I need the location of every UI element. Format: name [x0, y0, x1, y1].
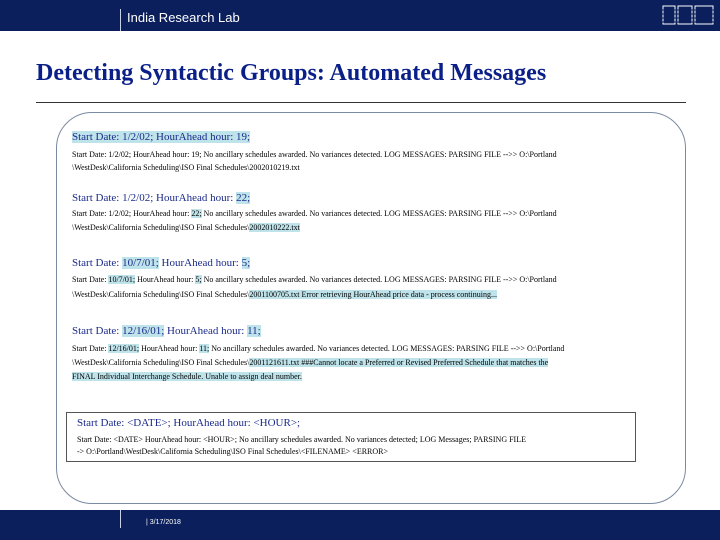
- example-3-heading-date: 10/7/01;: [122, 257, 159, 269]
- example-1-line-1: Start Date: 1/2/02; HourAhead hour: 19; …: [72, 150, 557, 159]
- example-3-heading-hour: 5;: [241, 257, 251, 269]
- footer-divider: [120, 510, 121, 528]
- example-2-line-1-rest: No ancillary schedules awarded. No varia…: [201, 209, 557, 218]
- generalized-line-2: -> O:\Portland\WestDesk\California Sched…: [77, 447, 388, 456]
- example-4-line-1-part: Start Date:: [72, 344, 109, 353]
- generalized-template-box: Start Date: <DATE>; HourAhead hour: <HOU…: [66, 412, 636, 462]
- example-4-line-1-rest: No ancillary schedules awarded. No varia…: [209, 344, 565, 353]
- footer-date: | 3/17/2018: [146, 519, 181, 526]
- example-4-heading: Start Date: 12/16/01; HourAhead hour: 11…: [72, 325, 261, 337]
- example-4-line-3-text: FINAL Individual Interchange Schedule. U…: [72, 372, 302, 381]
- generalized-line-1: Start Date: <DATE> HourAhead hour: <HOUR…: [77, 435, 526, 444]
- example-2-line-1-hour: 22;: [191, 209, 202, 218]
- example-4-heading-hour: 11;: [247, 325, 261, 337]
- example-3-heading: Start Date: 10/7/01; HourAhead hour: 5;: [72, 257, 251, 269]
- example-3-line-2-file: 2001100705.txt Error retrieving HourAhea…: [249, 290, 497, 299]
- example-4-line-3: FINAL Individual Interchange Schedule. U…: [72, 372, 302, 381]
- header-bar: India Research Lab: [0, 0, 720, 31]
- example-4-line-2-path: \WestDesk\California Scheduling\ISO Fina…: [72, 358, 250, 367]
- example-2-line-1: Start Date: 1/2/02; HourAhead hour: 22; …: [72, 209, 557, 218]
- example-3-heading-mid: HourAhead hour:: [158, 257, 242, 269]
- example-3-line-1-rest: No ancillary schedules awarded. No varia…: [201, 275, 557, 284]
- title-divider: [36, 102, 686, 103]
- example-3-line-1: Start Date: 10/7/01; HourAhead hour: 5; …: [72, 275, 557, 284]
- example-3-line-2: \WestDesk\California Scheduling\ISO Fina…: [72, 290, 497, 299]
- example-3-line-1-mid: HourAhead hour:: [135, 275, 196, 284]
- example-2-heading-text: Start Date: 1/2/02; HourAhead hour:: [72, 192, 237, 204]
- example-1-line-2: \WestDesk\California Scheduling\ISO Fina…: [72, 163, 300, 172]
- footer-bar: | 3/17/2018: [0, 510, 720, 540]
- example-4-line-1: Start Date: 12/16/01; HourAhead hour: 11…: [72, 344, 564, 353]
- example-1-heading-text: Start Date: 1/2/02; HourAhead hour: 19;: [72, 131, 251, 143]
- slide-title: Detecting Syntactic Groups: Automated Me…: [36, 60, 547, 86]
- lab-name: India Research Lab: [127, 10, 240, 25]
- example-3-line-1-date: 10/7/01;: [108, 275, 136, 284]
- generalized-heading: Start Date: <DATE>; HourAhead hour: <HOU…: [77, 417, 301, 429]
- example-1-heading: Start Date: 1/2/02; HourAhead hour: 19;: [72, 131, 251, 143]
- example-4-line-1-mid: HourAhead hour:: [139, 344, 200, 353]
- example-4-heading-mid: HourAhead hour:: [164, 325, 248, 337]
- header-divider: [120, 9, 121, 31]
- example-4-line-2-file: 2001121611.txt ###Cannot locate a Prefer…: [249, 358, 549, 367]
- example-4-line-2: \WestDesk\California Scheduling\ISO Fina…: [72, 358, 549, 367]
- ibm-logo-icon: [662, 5, 714, 25]
- example-2-heading-hour: 22;: [236, 192, 251, 204]
- example-4-heading-part: Start Date:: [72, 325, 123, 337]
- example-2-heading: Start Date: 1/2/02; HourAhead hour: 22;: [72, 192, 251, 204]
- example-4-heading-date: 12/16/01;: [122, 325, 165, 337]
- example-4-line-1-hour: 11;: [199, 344, 210, 353]
- example-3-heading-part: Start Date:: [72, 257, 123, 269]
- example-2-line-2: \WestDesk\California Scheduling\ISO Fina…: [72, 223, 300, 232]
- example-2-line-2-path: \WestDesk\California Scheduling\ISO Fina…: [72, 223, 250, 232]
- example-2-line-2-file: 2002010222.txt: [249, 223, 300, 232]
- example-2-line-1-part: Start Date: 1/2/02; HourAhead hour:: [72, 209, 192, 218]
- example-3-line-2-path: \WestDesk\California Scheduling\ISO Fina…: [72, 290, 250, 299]
- example-4-line-1-date: 12/16/01;: [108, 344, 140, 353]
- example-3-line-1-part: Start Date:: [72, 275, 109, 284]
